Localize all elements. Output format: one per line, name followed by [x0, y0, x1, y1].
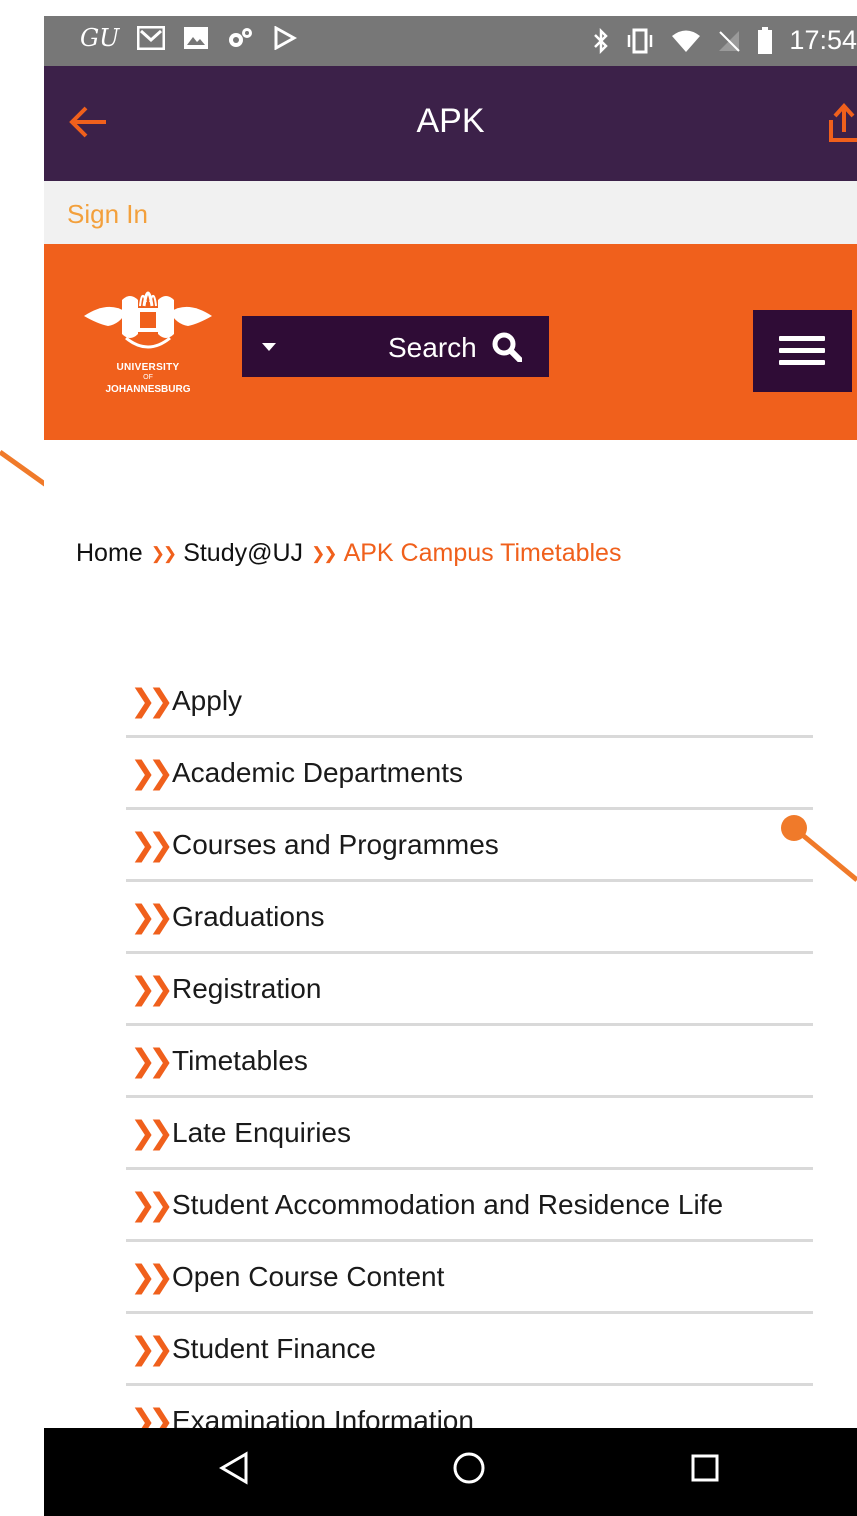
list-item[interactable]: ❯❯ Late Enquiries — [126, 1098, 813, 1170]
university-logo[interactable]: UNIVERSITY OF JOHANNESBURG — [78, 272, 218, 407]
list-item-label[interactable]: Timetables — [172, 1045, 308, 1077]
double-chevron-icon: ❯❯ — [130, 899, 174, 934]
settings-icon — [229, 28, 253, 47]
carrier-label: GU — [80, 24, 120, 52]
no-sim-icon — [719, 30, 741, 52]
home-nav-icon[interactable] — [451, 1450, 487, 1486]
breadcrumb-separator-icon: ❯❯ — [311, 544, 337, 563]
section-menu-list: ❯❯ Apply ❯❯ Academic Departments ❯❯ Courses… — [126, 666, 813, 1458]
list-item[interactable]: ❯❯ Courses and Programmes — [126, 810, 813, 882]
play-store-icon — [274, 26, 298, 50]
app-bar: APK — [44, 66, 857, 181]
list-item-label[interactable]: Open Course Content — [172, 1261, 444, 1293]
back-nav-icon[interactable] — [218, 1450, 250, 1486]
bluetooth-icon — [594, 27, 609, 54]
double-chevron-icon: ❯❯ — [130, 1043, 174, 1078]
list-item-label[interactable]: Student Finance — [172, 1333, 376, 1365]
gallery-icon — [184, 27, 209, 49]
logo-emblem-icon — [84, 291, 212, 349]
breadcrumb-study[interactable]: Study@UJ — [183, 539, 303, 567]
double-chevron-icon: ❯❯ — [130, 1187, 174, 1222]
system-navigation-bar — [44, 1428, 857, 1516]
list-item-label[interactable]: Courses and Programmes — [172, 829, 499, 861]
breadcrumb-current: APK Campus Timetables — [343, 539, 622, 567]
double-chevron-icon: ❯❯ — [130, 827, 174, 862]
list-item-label[interactable]: Late Enquiries — [172, 1117, 351, 1149]
list-item[interactable]: ❯❯ Student Finance — [126, 1314, 813, 1386]
hamburger-bar — [779, 360, 825, 365]
list-item[interactable]: ❯❯ Apply — [126, 666, 813, 738]
double-chevron-icon: ❯❯ — [130, 1115, 174, 1150]
hamburger-menu-button[interactable] — [753, 310, 852, 392]
site-header: UNIVERSITY OF JOHANNESBURG Search — [44, 244, 857, 440]
sign-in-link[interactable]: Sign In — [67, 199, 148, 230]
phone-screen: GU 17:54 APK Sign In UNIVERSITY OF JOHAN… — [44, 16, 857, 1516]
battery-icon — [758, 26, 773, 54]
list-item[interactable]: ❯❯ Open Course Content — [126, 1242, 813, 1314]
list-item-label[interactable]: Student Accommodation and Residence Life — [172, 1189, 723, 1221]
list-item[interactable]: ❯❯ Registration — [126, 954, 813, 1026]
breadcrumb: Home ❯❯ Study@UJ ❯❯ APK Campus Timetables — [76, 539, 621, 568]
logo-text-line3: JOHANNESBURG — [105, 384, 191, 395]
breadcrumb-home[interactable]: Home — [76, 539, 143, 567]
double-chevron-icon: ❯❯ — [130, 971, 174, 1006]
sign-in-bar: Sign In — [44, 181, 857, 244]
recents-nav-icon[interactable] — [689, 1450, 721, 1486]
clock: 17:54 — [789, 25, 857, 55]
list-item-label[interactable]: Academic Departments — [172, 757, 463, 789]
status-bar: GU 17:54 — [44, 16, 857, 66]
double-chevron-icon: ❯❯ — [130, 1331, 174, 1366]
double-chevron-icon: ❯❯ — [130, 683, 174, 718]
list-item-label[interactable]: Apply — [172, 685, 242, 717]
logo-text-line2: OF — [143, 374, 153, 381]
list-item-label[interactable]: Graduations — [172, 901, 325, 933]
double-chevron-icon: ❯❯ — [130, 1259, 174, 1294]
breadcrumb-separator-icon: ❯❯ — [150, 544, 177, 563]
list-item[interactable]: ❯❯ Timetables — [126, 1026, 813, 1098]
dropdown-caret-icon[interactable] — [262, 343, 276, 351]
logo-text-line1: UNIVERSITY — [116, 362, 180, 373]
hamburger-bar — [779, 336, 825, 341]
search-icon[interactable] — [492, 332, 522, 362]
hamburger-bar — [779, 348, 825, 353]
double-chevron-icon: ❯❯ — [130, 755, 174, 790]
list-item[interactable]: ❯❯ Academic Departments — [126, 738, 813, 810]
vibrate-icon — [628, 28, 653, 53]
share-icon[interactable] — [827, 102, 857, 144]
search-dropdown[interactable]: Search — [242, 316, 549, 377]
list-item[interactable]: ❯❯ Student Accommodation and Residence Li… — [126, 1170, 813, 1242]
app-title: APK — [416, 102, 485, 140]
list-item-label[interactable]: Registration — [172, 973, 321, 1005]
wifi-icon — [672, 30, 701, 52]
search-label[interactable]: Search — [388, 332, 477, 364]
gmail-icon — [137, 26, 166, 50]
list-item[interactable]: ❯❯ Graduations — [126, 882, 813, 954]
